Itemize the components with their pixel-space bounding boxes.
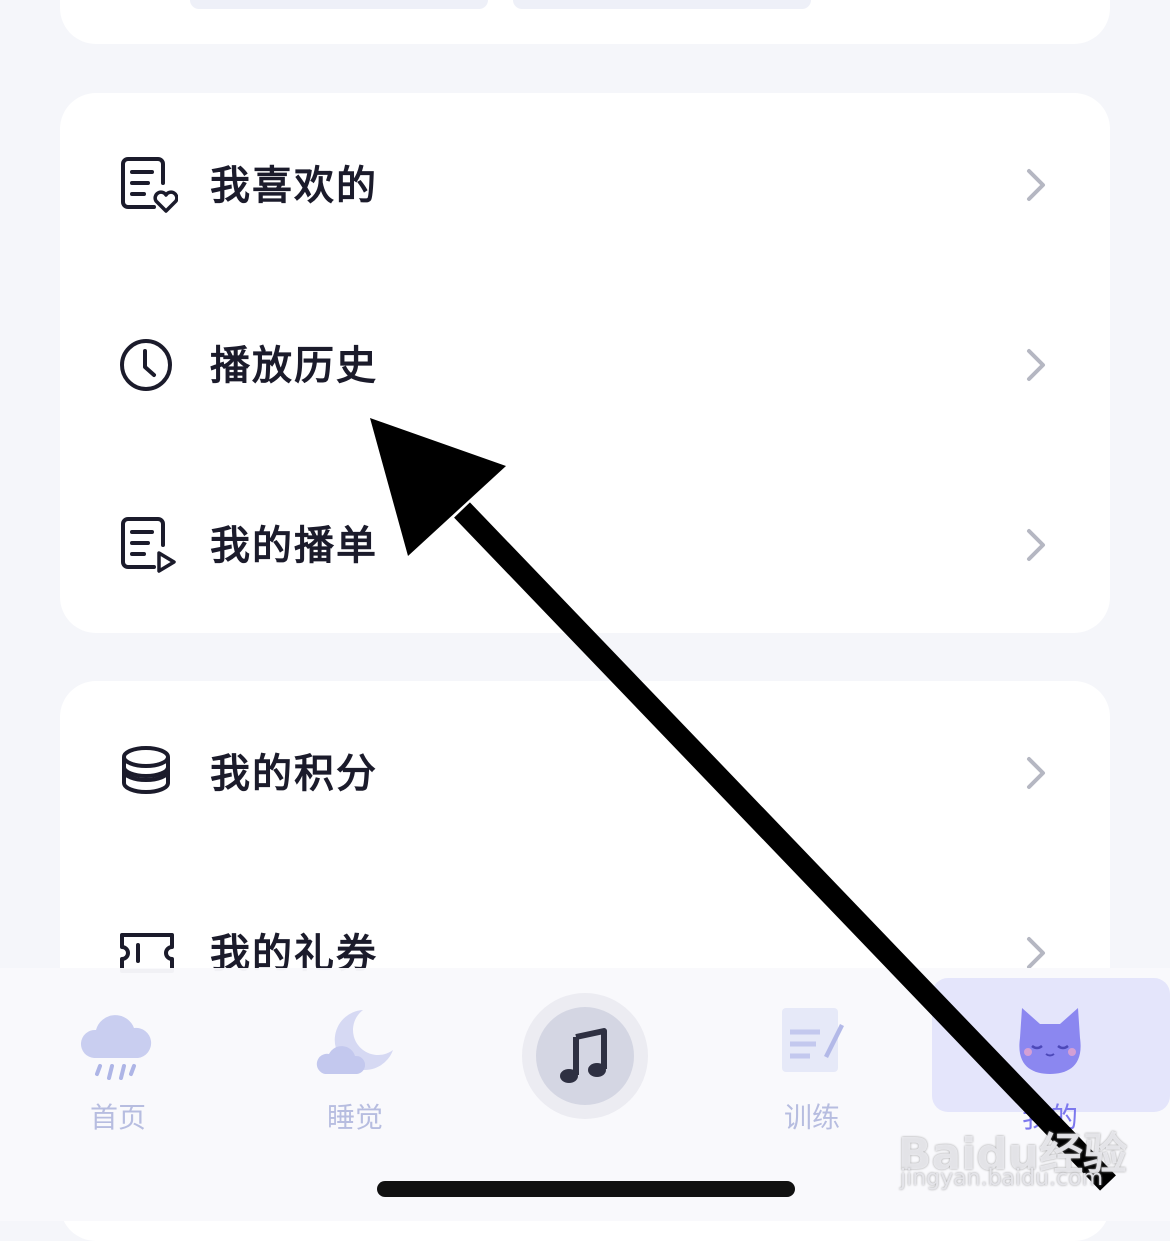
chevron-right-icon — [1027, 529, 1045, 561]
heart-list-icon — [121, 157, 178, 213]
menu-item-history[interactable]: 播放历史 — [60, 273, 1110, 453]
top-card-button-left[interactable] — [190, 0, 488, 9]
watermark-url: jingyan.baidu.com — [900, 1166, 1104, 1191]
menu-item-label: 我的播单 — [210, 523, 378, 569]
menu-item-points[interactable]: 我的积分 — [60, 681, 1110, 861]
chevron-right-icon — [1027, 757, 1045, 789]
chevron-right-icon — [1027, 349, 1045, 381]
cat-avatar-icon — [1019, 1008, 1081, 1074]
top-card-partial — [60, 0, 1110, 44]
menu-item-favorites[interactable]: 我喜欢的 — [60, 93, 1110, 273]
tab-training[interactable]: 训练 — [692, 968, 932, 1134]
home-indicator — [377, 1181, 795, 1197]
rain-cloud-icon — [80, 1015, 152, 1080]
tab-label: 首页 — [89, 1101, 146, 1134]
moon-cloud-icon — [316, 1010, 393, 1074]
music-note-icon — [560, 1028, 607, 1083]
notebook-icon — [782, 1008, 844, 1072]
playlist-icon — [121, 517, 176, 573]
tab-label: 睡觉 — [326, 1101, 383, 1134]
menu-item-label: 我喜欢的 — [210, 163, 378, 209]
chevron-right-icon — [1027, 169, 1045, 201]
chevron-right-icon — [1027, 937, 1045, 969]
menu-item-label: 播放历史 — [210, 343, 378, 389]
top-card-button-right[interactable] — [513, 0, 811, 9]
tab-label: 训练 — [783, 1101, 840, 1134]
tab-sleep[interactable]: 睡觉 — [235, 968, 475, 1134]
coins-icon — [122, 746, 170, 795]
music-player-button[interactable] — [522, 993, 648, 1119]
menu-item-label: 我的积分 — [210, 751, 378, 797]
clock-icon — [120, 339, 172, 391]
tab-mine[interactable]: 我的 — [930, 968, 1170, 1134]
menu-item-playlist[interactable]: 我的播单 — [60, 453, 1110, 633]
menu-card-library: 我喜欢的 播放历史 我的播单 — [60, 93, 1110, 633]
tab-home[interactable]: 首页 — [0, 968, 238, 1134]
